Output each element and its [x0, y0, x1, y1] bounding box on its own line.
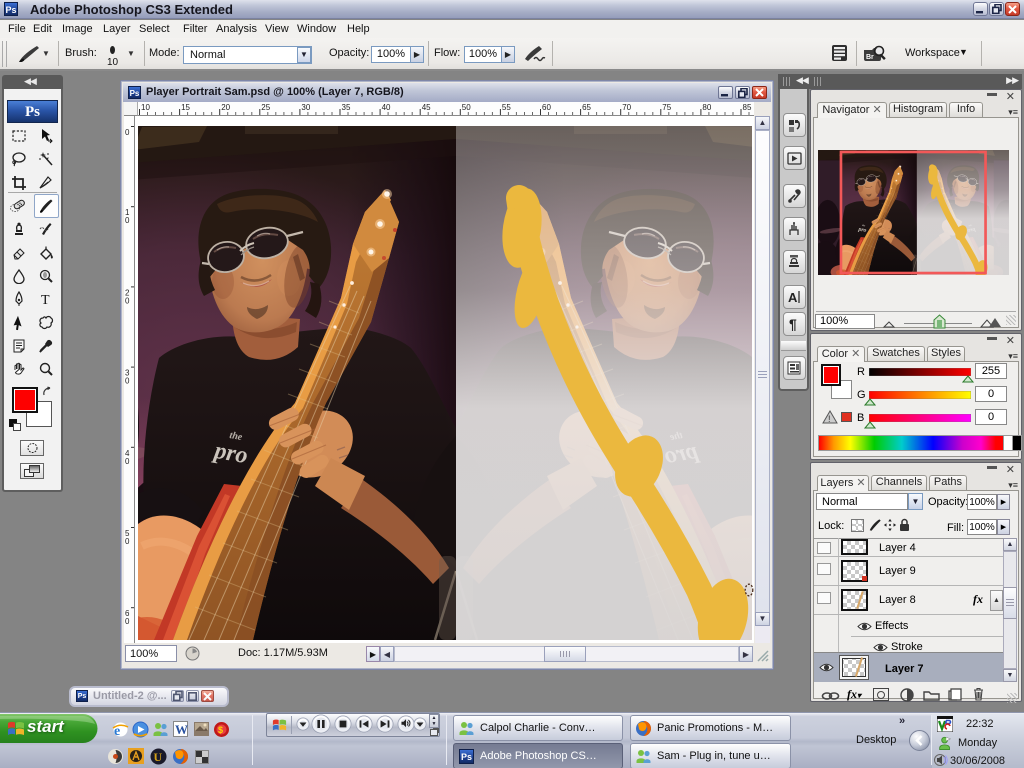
svg-text:70: 70 [622, 103, 631, 112]
svg-text:20: 20 [221, 103, 230, 112]
svg-text:15: 15 [181, 103, 190, 112]
svg-text:30: 30 [301, 103, 310, 112]
svg-text:80: 80 [702, 103, 711, 112]
svg-text:35: 35 [342, 103, 351, 112]
svg-text:85: 85 [743, 103, 752, 112]
svg-text:$: $ [218, 725, 223, 735]
svg-text:0: 0 [125, 537, 130, 546]
svg-text:25: 25 [261, 103, 270, 112]
svg-text:55: 55 [502, 103, 511, 112]
svg-text:!: ! [828, 414, 831, 424]
svg-text:Br: Br [866, 54, 874, 61]
svg-text:60: 60 [542, 103, 551, 112]
svg-text:A: A [788, 290, 798, 305]
svg-text:0: 0 [125, 377, 130, 386]
svg-text:T: T [41, 293, 50, 307]
svg-text:10: 10 [141, 103, 150, 112]
svg-text:0: 0 [125, 457, 130, 466]
svg-text:0: 0 [125, 617, 130, 626]
svg-text:U: U [154, 750, 163, 764]
svg-text:65: 65 [582, 103, 591, 112]
svg-text:0: 0 [125, 296, 130, 305]
svg-text:¶: ¶ [789, 316, 797, 332]
svg-text:0: 0 [125, 216, 130, 225]
svg-text:75: 75 [662, 103, 671, 112]
svg-text:40: 40 [382, 103, 391, 112]
svg-text:50: 50 [462, 103, 471, 112]
svg-text:45: 45 [422, 103, 431, 112]
svg-text:0: 0 [125, 128, 130, 137]
